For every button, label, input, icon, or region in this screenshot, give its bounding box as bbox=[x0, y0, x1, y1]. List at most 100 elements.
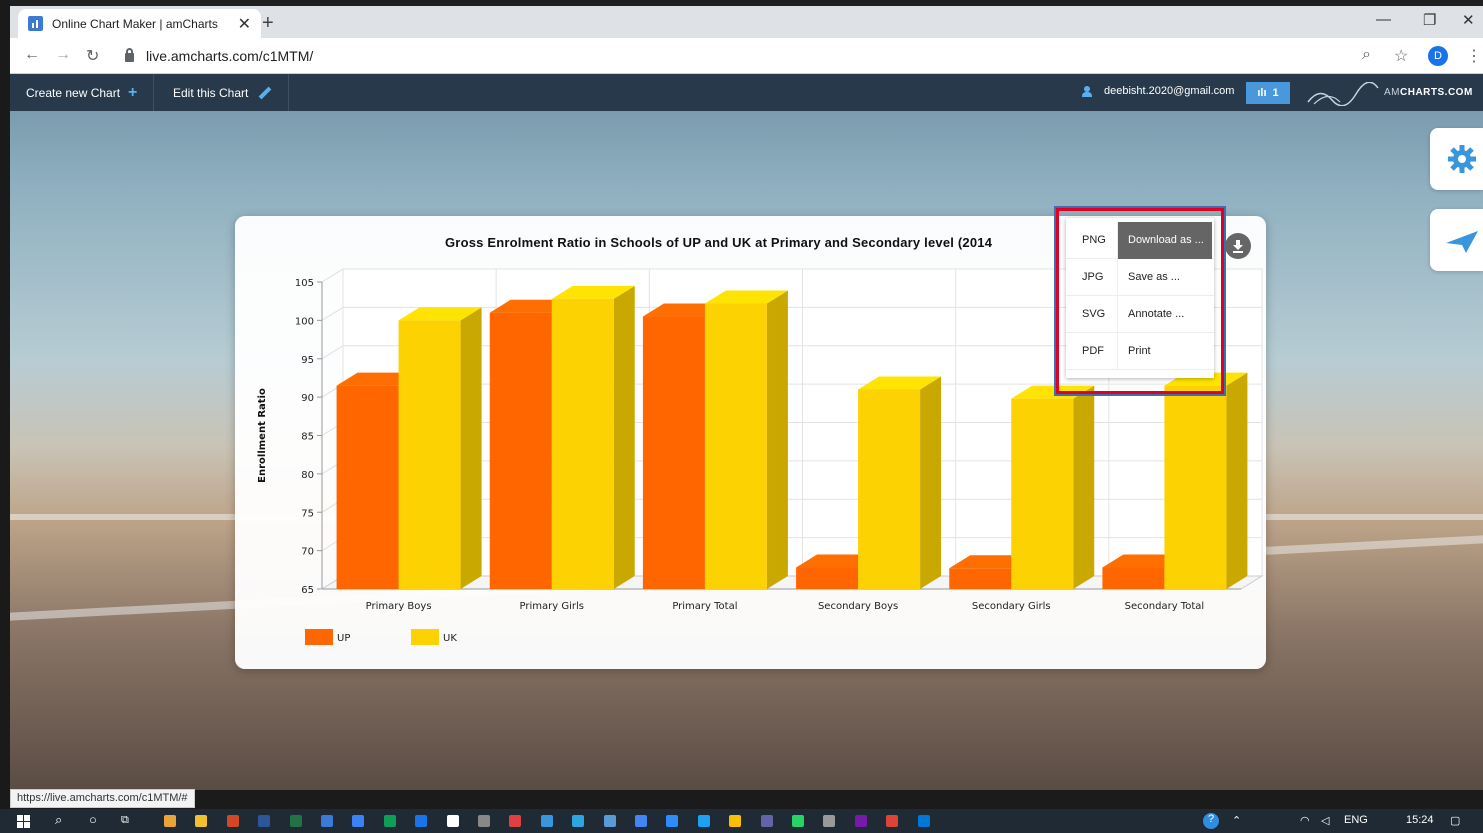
back-arrow-icon[interactable]: ← bbox=[24, 46, 40, 64]
export-menu: PNG Download as ... JPG Save as ... SVG Annot… bbox=[1066, 218, 1214, 378]
export-format-jpg[interactable]: JPG bbox=[1066, 258, 1118, 296]
language-indicator[interactable]: ENG bbox=[1344, 814, 1368, 826]
bar-chart-icon: ılı bbox=[1257, 87, 1267, 99]
more-menu-icon[interactable]: ⋮ bbox=[1466, 46, 1482, 66]
taskbar-app-icon[interactable] bbox=[792, 815, 804, 827]
taskbar-app-icon[interactable] bbox=[603, 815, 616, 827]
bar-uk-0 bbox=[398, 307, 482, 589]
taskbar-app-icon[interactable] bbox=[478, 815, 490, 827]
gridline-diagonal bbox=[321, 306, 344, 321]
x-tick-label: Primary Girls bbox=[520, 601, 584, 612]
window-close-button[interactable]: ✕ bbox=[1462, 11, 1475, 29]
export-format-png[interactable]: PNG bbox=[1066, 221, 1118, 259]
taskbar-app-icon[interactable] bbox=[540, 815, 553, 827]
user-account[interactable]: deebisht.2020@gmail.com bbox=[1082, 85, 1234, 97]
y-tick-label: 65 bbox=[301, 585, 314, 596]
pencil-icon bbox=[259, 86, 272, 99]
network-icon[interactable]: ◠ bbox=[1300, 814, 1310, 827]
export-action-3[interactable]: Print bbox=[1118, 333, 1214, 370]
taskbar-app-icon[interactable] bbox=[446, 815, 459, 827]
volume-icon[interactable]: ◁ bbox=[1321, 814, 1329, 827]
reload-icon[interactable]: ↻ bbox=[86, 46, 99, 66]
create-new-chart-button[interactable]: Create new Chart + bbox=[10, 74, 155, 111]
bar-front bbox=[1164, 385, 1227, 589]
windows-taskbar: ⌕ ○ ⧉ ? ⌃ ◠ ◁ ENG 15:24 ▢ bbox=[0, 809, 1483, 833]
url-field[interactable]: live.amcharts.com/c1MTM/ bbox=[125, 47, 313, 64]
bar-front bbox=[704, 303, 767, 589]
bar-front bbox=[858, 389, 921, 589]
new-tab-button[interactable]: + bbox=[262, 12, 274, 35]
status-url: https://live.amcharts.com/c1MTM/# bbox=[10, 789, 195, 808]
bar-front bbox=[796, 567, 859, 589]
share-side-button[interactable] bbox=[1430, 209, 1483, 271]
user-email: deebisht.2020@gmail.com bbox=[1104, 85, 1235, 97]
forward-arrow-icon[interactable]: → bbox=[55, 46, 71, 64]
legend-swatch-up bbox=[305, 629, 333, 645]
gridline-diagonal bbox=[321, 268, 344, 283]
gear-icon bbox=[1448, 145, 1476, 173]
zoom-icon[interactable]: ⌕ bbox=[1362, 46, 1371, 64]
minimize-button[interactable]: — bbox=[1376, 11, 1391, 28]
bar-side bbox=[460, 307, 482, 589]
taskbar-app-icon[interactable] bbox=[760, 815, 773, 827]
task-view-icon[interactable]: ⧉ bbox=[121, 814, 129, 827]
export-format-pdf[interactable]: PDF bbox=[1066, 332, 1118, 370]
taskbar-app-icon[interactable] bbox=[729, 815, 742, 827]
taskbar-app-icon[interactable] bbox=[289, 815, 302, 827]
amcharts-favicon-icon bbox=[28, 16, 43, 31]
taskbar-app-icon[interactable] bbox=[886, 815, 899, 827]
taskbar-app-icon[interactable] bbox=[917, 815, 930, 827]
taskbar-app-icon[interactable] bbox=[258, 815, 271, 827]
y-tick-label: 80 bbox=[301, 470, 314, 481]
taskbar-app-icon[interactable] bbox=[164, 815, 176, 827]
taskbar-app-icon[interactable] bbox=[854, 815, 867, 827]
taskbar-app-icon[interactable] bbox=[509, 815, 522, 827]
taskbar-app-icon[interactable] bbox=[383, 815, 396, 827]
taskbar-app-icon[interactable] bbox=[415, 815, 428, 827]
legend-label-up: UP bbox=[337, 633, 350, 644]
tab-close-icon[interactable]: ✕ bbox=[238, 14, 251, 34]
x-tick-label: Primary Total bbox=[672, 601, 737, 612]
taskbar-app-icon[interactable] bbox=[697, 815, 710, 827]
tray-chevron-icon[interactable]: ⌃ bbox=[1232, 814, 1241, 827]
edit-chart-button[interactable]: Edit this Chart bbox=[157, 74, 290, 111]
brand-prefix: AM bbox=[1384, 87, 1400, 98]
bookmark-star-icon[interactable]: ☆ bbox=[1394, 46, 1408, 66]
taskbar-app-icon[interactable] bbox=[635, 815, 647, 827]
taskbar-app-icon[interactable] bbox=[321, 815, 333, 827]
bar-uk-2 bbox=[704, 290, 788, 589]
browser-tab-strip: Online Chart Maker | amCharts ✕ + — ❐ ✕ bbox=[10, 6, 1483, 38]
charts-count-badge[interactable]: ılı 1 bbox=[1246, 82, 1290, 104]
export-menu-row: SVG Annotate ... bbox=[1066, 295, 1214, 333]
clock[interactable]: 15:24 bbox=[1406, 814, 1434, 826]
taskbar-app-icon[interactable] bbox=[666, 815, 679, 827]
restore-button[interactable]: ❐ bbox=[1423, 11, 1436, 29]
taskbar-app-icon[interactable] bbox=[352, 815, 365, 827]
taskbar-app-icon[interactable] bbox=[226, 815, 239, 827]
export-action-2[interactable]: Annotate ... bbox=[1118, 296, 1214, 333]
help-icon[interactable]: ? bbox=[1203, 813, 1219, 829]
bar-uk-3 bbox=[858, 376, 942, 589]
taskbar-app-icon[interactable] bbox=[195, 815, 208, 827]
windows-start-icon[interactable] bbox=[17, 815, 30, 828]
chart-title: Gross Enrolment Ratio in Schools of UP a… bbox=[445, 235, 993, 250]
export-action-0[interactable]: Download as ... bbox=[1118, 221, 1212, 259]
browser-tab[interactable]: Online Chart Maker | amCharts ✕ bbox=[18, 9, 261, 38]
cortana-icon[interactable]: ○ bbox=[89, 812, 97, 827]
search-icon[interactable]: ⌕ bbox=[55, 812, 62, 828]
export-download-button[interactable] bbox=[1225, 233, 1251, 259]
export-format-svg[interactable]: SVG bbox=[1066, 295, 1118, 333]
notification-icon[interactable]: ▢ bbox=[1450, 814, 1460, 827]
user-icon bbox=[1082, 85, 1092, 97]
taskbar-app-icon[interactable] bbox=[572, 815, 585, 827]
settings-side-button[interactable] bbox=[1430, 128, 1483, 190]
charts-count: 1 bbox=[1272, 87, 1279, 99]
page-viewport: Create new Chart + Edit this Chart deebi… bbox=[10, 74, 1483, 790]
export-action-1[interactable]: Save as ... bbox=[1118, 259, 1214, 296]
bar-uk-5 bbox=[1164, 372, 1248, 589]
amcharts-brand[interactable]: AMCHARTS.COM bbox=[1384, 87, 1473, 98]
profile-avatar[interactable]: D bbox=[1428, 46, 1448, 66]
taskbar-app-icon[interactable] bbox=[823, 815, 836, 827]
lock-icon bbox=[125, 47, 134, 62]
bar-front bbox=[551, 298, 614, 589]
